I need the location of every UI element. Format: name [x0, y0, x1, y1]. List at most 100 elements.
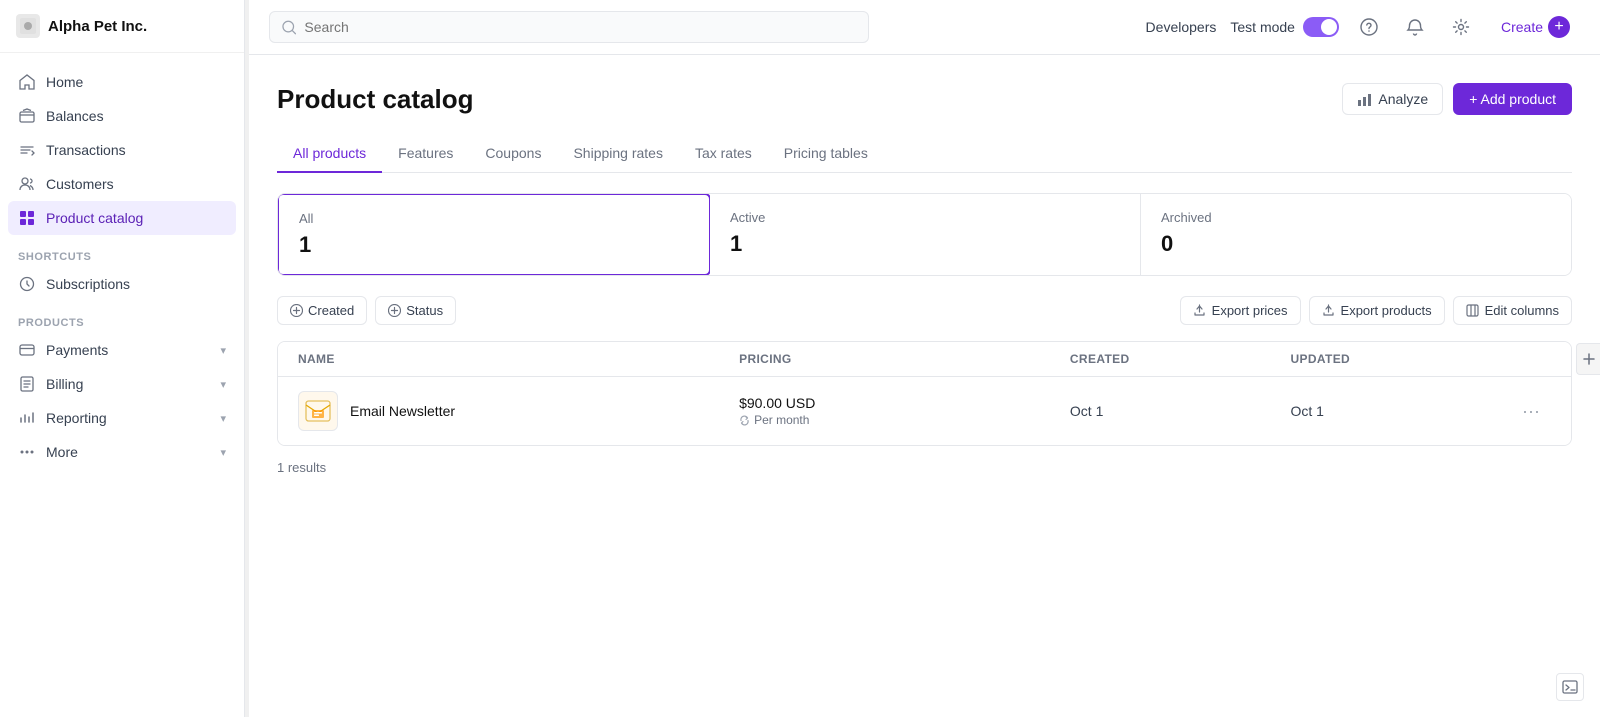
tab-tax-rates[interactable]: Tax rates: [679, 135, 768, 173]
analyze-button[interactable]: Analyze: [1342, 83, 1443, 115]
subscriptions-icon: [18, 275, 36, 293]
settings-button[interactable]: [1445, 11, 1477, 43]
sidebar-item-more-label: More: [46, 444, 78, 460]
chart-icon: [1357, 92, 1372, 107]
filter-card-active-value: 1: [730, 231, 1120, 257]
export-prices-button[interactable]: Export prices: [1180, 296, 1301, 325]
create-plus-icon: +: [1548, 16, 1570, 38]
created-cell: Oct 1: [1070, 403, 1291, 419]
sidebar-item-product-catalog-label: Product catalog: [46, 210, 143, 226]
search-input[interactable]: [304, 19, 856, 35]
pricing-cell: $90.00 USD Per month: [739, 395, 1070, 427]
sidebar-item-more[interactable]: More ▾: [8, 435, 236, 469]
notifications-button[interactable]: [1399, 11, 1431, 43]
create-label: Create: [1501, 19, 1543, 35]
terminal-icon: [1562, 679, 1578, 695]
price-sub: Per month: [739, 413, 1070, 427]
search-bar[interactable]: [269, 11, 869, 43]
filter-card-archived-value: 0: [1161, 231, 1551, 257]
filter-card-active[interactable]: Active 1: [710, 194, 1141, 275]
tab-all-products[interactable]: All products: [277, 135, 382, 173]
home-icon: [18, 73, 36, 91]
plus-circle-icon-2: [388, 304, 401, 317]
sidebar-item-subscriptions[interactable]: Subscriptions: [8, 267, 236, 301]
col-name: Name: [298, 352, 739, 366]
sidebar-item-customers[interactable]: Customers: [8, 167, 236, 201]
terminal-button[interactable]: [1556, 673, 1584, 701]
export-prices-label: Export prices: [1212, 303, 1288, 318]
product-name: Email Newsletter: [350, 403, 455, 419]
tab-coupons[interactable]: Coupons: [469, 135, 557, 173]
toolbar: Created Status Export prices Export prod…: [277, 296, 1572, 325]
filter-card-all[interactable]: All 1: [277, 193, 711, 276]
test-mode-toggle[interactable]: Test mode: [1230, 17, 1339, 37]
sidebar-item-balances[interactable]: Balances: [8, 99, 236, 133]
products-section-label: Products: [8, 309, 236, 333]
customers-icon: [18, 175, 36, 193]
export-icon: [1193, 304, 1206, 317]
filter-card-all-label: All: [299, 211, 689, 226]
price-main: $90.00 USD: [739, 395, 1070, 411]
topbar: Developers Test mode Create +: [249, 0, 1600, 55]
export-products-icon: [1322, 304, 1335, 317]
edit-columns-button[interactable]: Edit columns: [1453, 296, 1572, 325]
sidebar-nav: Home Balances Transactions Customers Pro…: [0, 53, 244, 717]
question-icon: [1360, 18, 1378, 36]
tab-shipping-rates[interactable]: Shipping rates: [557, 135, 679, 173]
toolbar-right: Export prices Export products Edit colum…: [1180, 296, 1572, 325]
more-chevron-icon: ▾: [220, 446, 226, 459]
col-updated: Updated: [1290, 352, 1511, 366]
sidebar-item-balances-label: Balances: [46, 108, 104, 124]
sidebar: Alpha Pet Inc. Home Balances Transaction…: [0, 0, 245, 717]
bell-icon: [1406, 18, 1424, 36]
developers-link[interactable]: Developers: [1146, 19, 1217, 35]
page-actions: Analyze + Add product: [1342, 83, 1572, 115]
sidebar-item-home[interactable]: Home: [8, 65, 236, 99]
sidebar-item-payments[interactable]: Payments ▾: [8, 333, 236, 367]
table-row[interactable]: Email Newsletter $90.00 USD Per month Oc…: [278, 377, 1571, 445]
content-area: Product catalog Analyze + Add product Al…: [249, 55, 1600, 717]
sidebar-item-customers-label: Customers: [46, 176, 114, 192]
tabs: All products Features Coupons Shipping r…: [277, 135, 1572, 173]
page-title: Product catalog: [277, 84, 473, 115]
gear-icon: [1452, 18, 1470, 36]
export-products-button[interactable]: Export products: [1309, 296, 1445, 325]
tab-features[interactable]: Features: [382, 135, 469, 173]
sidebar-item-transactions[interactable]: Transactions: [8, 133, 236, 167]
sidebar-item-billing[interactable]: Billing ▾: [8, 367, 236, 401]
toggle-switch[interactable]: [1303, 17, 1339, 37]
brand[interactable]: Alpha Pet Inc.: [0, 0, 244, 53]
tab-pricing-tables[interactable]: Pricing tables: [768, 135, 884, 173]
analyze-label: Analyze: [1378, 91, 1428, 107]
toggle-knob: [1321, 19, 1337, 35]
edit-columns-label: Edit columns: [1485, 303, 1559, 318]
create-button[interactable]: Create +: [1491, 10, 1580, 44]
created-filter-button[interactable]: Created: [277, 296, 367, 325]
sidebar-item-product-catalog[interactable]: Product catalog: [8, 201, 236, 235]
right-edge-add-button[interactable]: [1576, 343, 1600, 375]
col-created: Created: [1070, 352, 1291, 366]
price-sub-label: Per month: [754, 413, 809, 427]
help-button[interactable]: [1353, 11, 1385, 43]
status-filter-button[interactable]: Status: [375, 296, 456, 325]
filter-card-all-value: 1: [299, 232, 689, 258]
col-pricing: Pricing: [739, 352, 1070, 366]
add-product-button[interactable]: + Add product: [1453, 83, 1572, 115]
product-cell: Email Newsletter: [298, 391, 739, 431]
transactions-icon: [18, 141, 36, 159]
filter-card-archived[interactable]: Archived 0: [1141, 194, 1571, 275]
toolbar-left: Created Status: [277, 296, 456, 325]
product-catalog-icon: [18, 209, 36, 227]
filter-card-archived-label: Archived: [1161, 210, 1551, 225]
brand-icon: [16, 14, 40, 38]
products-table: Name Pricing Created Updated: [277, 341, 1572, 446]
export-products-label: Export products: [1341, 303, 1432, 318]
sidebar-item-transactions-label: Transactions: [46, 142, 126, 158]
updated-cell: Oct 1: [1290, 403, 1511, 419]
shortcuts-label: Shortcuts: [8, 243, 236, 267]
page-header: Product catalog Analyze + Add product: [277, 83, 1572, 115]
product-icon: [298, 391, 338, 431]
sidebar-item-reporting[interactable]: Reporting ▾: [8, 401, 236, 435]
row-more-button[interactable]: ···: [1511, 399, 1551, 424]
sidebar-item-subscriptions-label: Subscriptions: [46, 276, 130, 292]
